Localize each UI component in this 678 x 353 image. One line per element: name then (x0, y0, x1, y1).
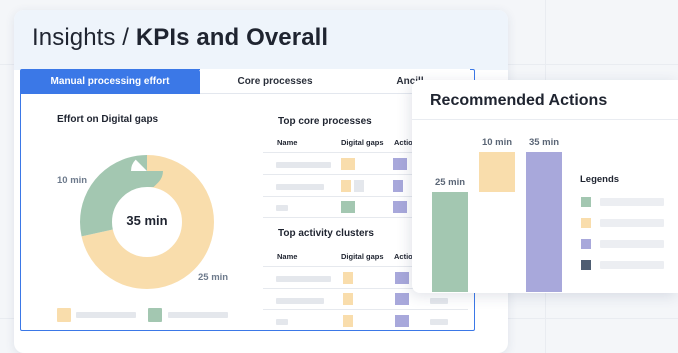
column-header-actions: Actio (394, 138, 413, 147)
table-cell-placeholder (276, 184, 324, 190)
table-cell-color (354, 180, 364, 192)
column-header-name: Name (277, 138, 298, 147)
legend-text-placeholder (600, 219, 664, 227)
donut-center-label: 35 min (126, 213, 168, 228)
activity-table-title: Top activity clusters (278, 228, 374, 239)
table-divider (263, 217, 413, 218)
table-cell-placeholder (430, 298, 448, 304)
table-divider (263, 174, 413, 175)
table-cell-color (341, 158, 355, 170)
table-cell-color (393, 180, 403, 192)
legend-swatch (581, 197, 591, 207)
tab-manual-processing-effort[interactable]: Manual processing effort (20, 69, 200, 94)
donut-label-right: 25 min (198, 272, 229, 283)
core-table-title: Top core processes (278, 116, 372, 127)
legend-swatch (581, 260, 591, 270)
table-cell-color (343, 293, 353, 305)
table-cell-color (341, 201, 355, 213)
table-cell-color (393, 158, 407, 170)
legend-text-placeholder (76, 312, 136, 318)
column-header-digital-gaps: Digital gaps (341, 138, 384, 147)
table-cell-color (341, 180, 351, 192)
legend-text-placeholder (600, 240, 664, 248)
table-cell-color (395, 293, 409, 305)
page-title: Insights / KPIs and Overall (14, 10, 508, 70)
table-cell-color (395, 272, 409, 284)
table-cell-color (343, 315, 353, 327)
table-divider (263, 152, 413, 153)
bar (479, 152, 515, 192)
column-header-name: Name (277, 252, 298, 261)
table-cell-placeholder (276, 162, 331, 168)
recommended-actions-title: Recommended Actions (430, 92, 608, 109)
table-divider (263, 309, 468, 310)
legend-text-placeholder (168, 312, 228, 318)
donut-label-left: 10 min (57, 175, 88, 186)
tab-bar: Manual processing effort Core processes … (20, 69, 470, 94)
table-cell-color (393, 201, 407, 213)
table-cell-placeholder (276, 298, 324, 304)
card-divider (412, 119, 678, 120)
bar (526, 152, 562, 292)
bar-value-label: 35 min (528, 137, 560, 148)
recommended-actions-card: Recommended Actions 25 min 10 min 35 min L… (412, 80, 678, 293)
bar-value-label: 10 min (481, 137, 513, 148)
table-divider (263, 196, 413, 197)
table-cell-placeholder (276, 276, 331, 282)
legend-swatch (581, 218, 591, 228)
legend-text-placeholder (600, 198, 664, 206)
table-cell-color (395, 315, 409, 327)
table-cell-placeholder (276, 205, 288, 211)
tab-core-processes[interactable]: Core processes (200, 69, 350, 94)
table-cell-placeholder (430, 319, 448, 325)
bar-value-label: 25 min (434, 177, 466, 188)
table-cell-color (343, 272, 353, 284)
column-header-actions: Actio (394, 252, 413, 261)
legends-title: Legends (580, 174, 620, 185)
bar (432, 192, 468, 292)
column-header-digital-gaps: Digital gaps (341, 252, 384, 261)
legend-swatch (581, 239, 591, 249)
effort-section-title: Effort on Digital gaps (57, 114, 159, 125)
legend-swatch (148, 308, 162, 322)
legend-text-placeholder (600, 261, 664, 269)
table-cell-placeholder (276, 319, 288, 325)
legend-swatch (57, 308, 71, 322)
